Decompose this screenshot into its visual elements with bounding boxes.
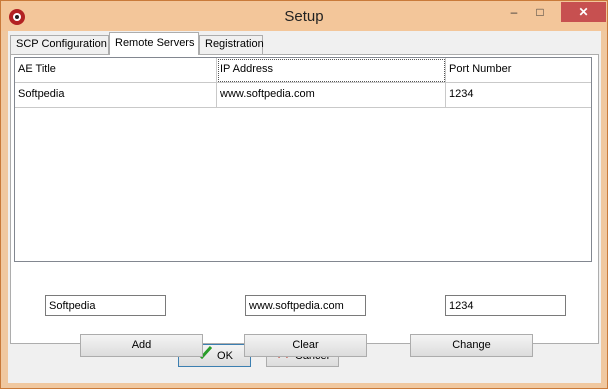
maximize-button[interactable]: □ [527, 2, 553, 22]
clear-button[interactable]: Clear [244, 334, 367, 357]
column-header-port-number[interactable]: Port Number [446, 58, 591, 83]
ae-title-input[interactable] [45, 295, 166, 316]
change-button[interactable]: Change [410, 334, 533, 357]
minimize-button[interactable]: – [501, 2, 527, 22]
setup-window: Setup – □ ✕ SCP Configuration Remote Ser… [0, 0, 608, 389]
ip-address-input[interactable] [245, 295, 366, 316]
title-bar[interactable]: Setup – □ ✕ [1, 1, 607, 31]
cell-ip-address[interactable]: www.softpedia.com [217, 83, 446, 108]
close-button[interactable]: ✕ [561, 2, 606, 22]
cell-ae-title[interactable]: Softpedia [15, 83, 217, 108]
column-header-ae-title[interactable]: AE Title [15, 58, 217, 83]
add-button[interactable]: Add [80, 334, 203, 357]
tab-remote-servers[interactable]: Remote Servers [109, 32, 199, 55]
list-header: AE Title IP Address Port Number [15, 58, 591, 83]
ok-label: OK [217, 349, 233, 362]
servers-list[interactable]: AE Title IP Address Port Number Softpedi… [14, 57, 592, 262]
cell-port-number[interactable]: 1234 [446, 83, 591, 108]
port-number-input[interactable] [445, 295, 566, 316]
table-row[interactable]: Softpedia www.softpedia.com 1234 [15, 83, 591, 108]
column-header-ip-address[interactable]: IP Address [217, 58, 446, 83]
tab-registration[interactable]: Registration [199, 35, 264, 54]
dialog-client-area: SCP Configuration Remote Servers Registr… [8, 31, 601, 383]
remote-servers-panel: AE Title IP Address Port Number Softpedi… [10, 54, 599, 357]
tab-scp-configuration[interactable]: SCP Configuration [10, 35, 109, 54]
